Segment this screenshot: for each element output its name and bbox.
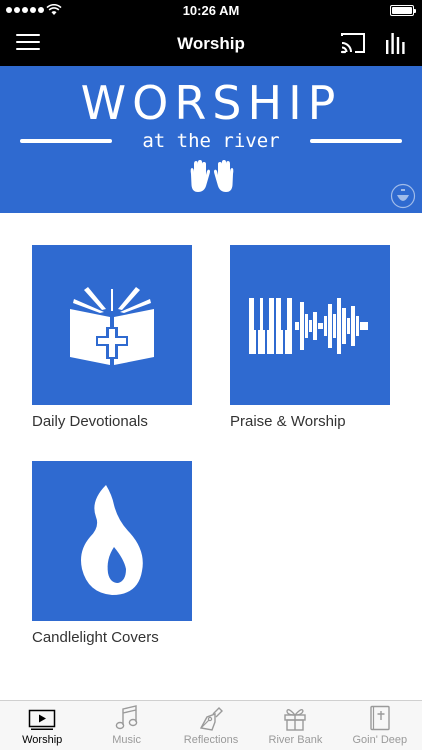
hamburger-menu-icon[interactable] xyxy=(16,34,40,54)
nav-bar: Worship xyxy=(0,22,422,66)
praise-worship-thumbnail xyxy=(230,245,390,405)
bible-icon xyxy=(370,705,390,731)
fountain-pen-icon xyxy=(199,707,224,731)
gift-icon xyxy=(284,709,307,731)
tab-label-river-bank: River Bank xyxy=(268,734,323,746)
tab-worship[interactable]: Worship xyxy=(0,701,84,750)
tile-label-praise-worship: Praise & Worship xyxy=(230,413,346,430)
status-time: 10:26 AM xyxy=(182,3,240,18)
tile-label-daily-devotionals: Daily Devotionals xyxy=(32,413,148,430)
tab-river-bank[interactable]: River Bank xyxy=(253,701,337,750)
tab-bar: Worship Music Reflections River Bank Goi… xyxy=(0,700,422,750)
tile-candlelight-covers[interactable]: Candlelight Covers xyxy=(32,461,192,646)
tile-daily-devotionals[interactable]: Daily Devotionals xyxy=(32,245,192,430)
status-bar: 10:26 AM xyxy=(0,0,422,22)
equalizer-icon[interactable] xyxy=(384,31,408,55)
video-player-icon xyxy=(28,709,56,730)
app-screen: 10:26 AM Worship WORSHIP at the river Da… xyxy=(0,0,422,750)
banner-headline: WORSHIP xyxy=(80,76,342,130)
open-bible-icon xyxy=(70,287,154,365)
battery-icon xyxy=(390,5,416,16)
cast-icon[interactable] xyxy=(340,32,366,54)
tab-label-reflections: Reflections xyxy=(183,734,239,746)
banner-divider-right xyxy=(310,139,402,143)
raised-hands-icon xyxy=(190,160,234,192)
flame-icon xyxy=(81,485,143,595)
tab-goin-deep[interactable]: Goin' Deep xyxy=(338,701,422,750)
piano-soundwave-icon xyxy=(249,298,368,354)
tile-label-candlelight-covers: Candlelight Covers xyxy=(32,629,159,646)
church-seal-icon xyxy=(390,183,416,209)
tile-praise-worship[interactable]: Praise & Worship xyxy=(230,245,390,430)
candlelight-covers-thumbnail xyxy=(32,461,192,621)
tab-label-goin-deep: Goin' Deep xyxy=(352,734,408,746)
tab-music[interactable]: Music xyxy=(84,701,168,750)
tab-label-worship: Worship xyxy=(22,734,63,746)
daily-devotionals-thumbnail xyxy=(32,245,192,405)
tab-reflections[interactable]: Reflections xyxy=(169,701,253,750)
music-note-icon xyxy=(115,705,137,730)
tab-label-music: Music xyxy=(112,734,141,746)
hero-banner: WORSHIP at the river xyxy=(0,66,422,213)
